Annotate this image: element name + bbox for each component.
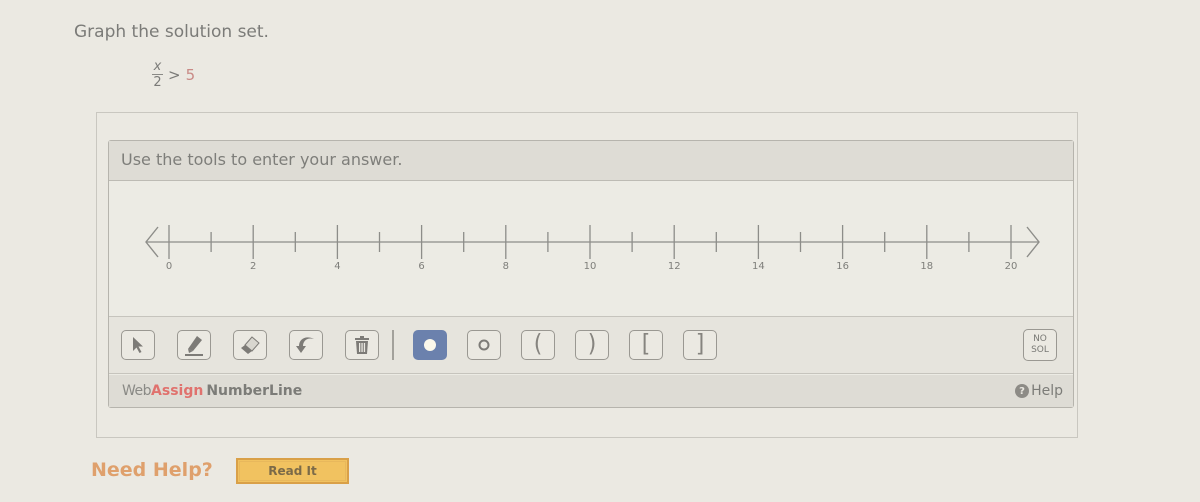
tick-label: 4 [334, 261, 340, 272]
pencil-icon [185, 336, 203, 356]
no-solution-button[interactable]: NO SOL [1023, 329, 1057, 361]
filled-circle-icon [424, 339, 436, 351]
right-parenthesis-icon: ) [587, 330, 597, 359]
trash-tool-button[interactable] [345, 330, 379, 360]
widget-footer: WebAssign NumberLine ? Help [109, 375, 1073, 407]
tick-label: 18 [920, 261, 933, 272]
toolbar: ( ) [ ] NO SOL [109, 316, 1073, 374]
pencil-tool-button[interactable] [177, 330, 211, 360]
undo-tool-button[interactable] [289, 330, 323, 360]
trash-icon [355, 336, 369, 354]
no-solution-line1: NO [1033, 334, 1047, 344]
undo-icon [296, 337, 314, 353]
help-label: Help [1031, 383, 1063, 399]
fraction: x 2 [152, 60, 163, 89]
fraction-numerator: x [153, 59, 162, 74]
tick-label: 20 [1005, 261, 1018, 272]
question-page: Graph the solution set. x 2 > 5 Use the … [0, 0, 1200, 502]
webassign-numberline-logo: WebAssign NumberLine [122, 383, 302, 399]
tick-label: 8 [503, 261, 509, 272]
tick-label: 10 [584, 261, 597, 272]
pointer-tool-button[interactable] [121, 330, 155, 360]
open-circle-icon [478, 339, 490, 351]
number-line-canvas[interactable]: 0 2 4 6 8 10 12 14 16 18 20 [109, 181, 1073, 315]
need-help-label: Need Help? [91, 459, 213, 481]
cursor-arrow-icon [133, 337, 143, 353]
tick-label: 16 [836, 261, 849, 272]
tick-label: 6 [418, 261, 424, 272]
open-dot-tool-button[interactable] [467, 330, 501, 360]
question-title: Graph the solution set. [74, 22, 269, 42]
tick-label: 12 [668, 261, 681, 272]
tick-label: 14 [752, 261, 765, 272]
inequality-operator: > [168, 65, 181, 84]
tick-label: 0 [166, 261, 172, 272]
closed-dot-tool-button[interactable] [413, 330, 447, 360]
left-bracket-icon: [ [641, 330, 651, 359]
brand-assign: Assign [151, 383, 204, 399]
brand-product: NumberLine [206, 383, 303, 399]
toolbar-separator [392, 330, 394, 360]
numberline-widget: Use the tools to enter your answer. 0 2 4 6… [108, 140, 1074, 408]
help-link[interactable]: ? Help [1015, 383, 1063, 399]
read-it-button[interactable]: Read It [236, 458, 349, 484]
widget-instruction: Use the tools to enter your answer. [109, 141, 1073, 181]
brand-web: Web [122, 383, 152, 399]
help-icon: ? [1015, 384, 1030, 398]
eraser-icon [241, 336, 260, 354]
no-solution-line2: SOL [1031, 345, 1049, 355]
tick-label: 2 [250, 261, 256, 272]
closed-left-bracket-tool-button[interactable]: [ [629, 330, 663, 360]
inequality-rhs: 5 [185, 65, 196, 84]
number-line[interactable]: 0 2 4 6 8 10 12 14 16 18 20 [109, 181, 1073, 315]
open-right-paren-tool-button[interactable]: ) [575, 330, 609, 360]
right-bracket-icon: ] [695, 330, 705, 359]
closed-right-bracket-tool-button[interactable]: ] [683, 330, 717, 360]
inequality: x 2 > 5 [152, 60, 195, 89]
left-parenthesis-icon: ( [533, 330, 543, 359]
eraser-tool-button[interactable] [233, 330, 267, 360]
fraction-denominator: 2 [153, 75, 162, 90]
open-left-paren-tool-button[interactable]: ( [521, 330, 555, 360]
